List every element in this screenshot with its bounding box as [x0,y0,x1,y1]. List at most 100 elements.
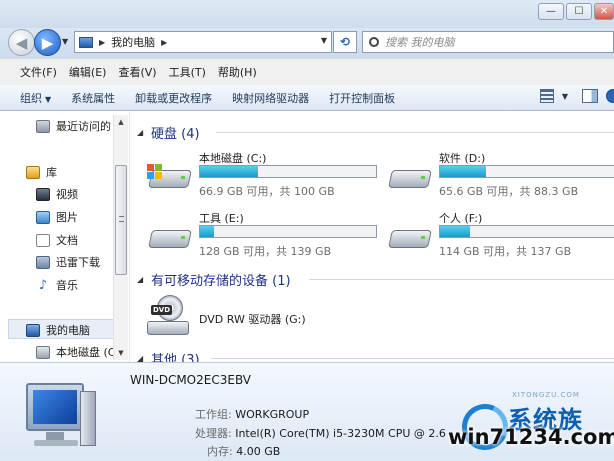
group-header-removable[interactable]: ◢ 有可移动存储的设备 (1) [131,271,614,289]
menu-file[interactable]: 文件(F) [14,64,63,80]
memory-value: 4.00 GB [236,445,281,458]
close-button[interactable]: ✕ [594,3,614,20]
hard-disk-icon [147,224,192,250]
uninstall-program-button[interactable]: 卸载或更改程序 [125,90,222,106]
grip-icon [119,216,124,222]
nav-item-pictures[interactable]: 图片 [36,209,78,225]
nav-item-computer[interactable]: 我的电脑 [26,322,90,338]
computer-name: WIN-DCMO2EC3EBV [130,373,252,387]
drive-d[interactable]: 软件 (D:) 65.6 GB 可用，共 88.3 GB [387,150,614,206]
nav-item-label: 我的电脑 [46,324,90,337]
nav-item-documents[interactable]: 文档 [36,232,78,248]
hard-disk-icon [387,224,432,250]
hard-disk-icon [36,345,50,359]
breadcrumb-separator-icon[interactable]: ▶ [161,38,167,47]
change-view-icon[interactable] [539,89,554,103]
watermark-site: win71234.com [448,425,614,449]
nav-item-libraries[interactable]: 库 [26,164,57,180]
recent-pages-dropdown[interactable]: ▼ [62,37,68,46]
drive-name: DVD RW 驱动器 (G:) [199,313,306,326]
computer-icon [79,36,93,48]
group-header-other[interactable]: ◢ 其他 (3) [131,350,614,362]
collapse-icon[interactable]: ◢ [137,275,143,284]
nav-item-label: 本地磁盘 (C [56,346,116,359]
drive-usage-bar [439,225,614,238]
address-bar[interactable]: ▶ 我的电脑 ▶ ▼ [74,31,332,53]
window-controls: — ☐ ✕ [538,3,614,20]
scroll-up-icon[interactable]: ▲ [114,115,128,129]
nav-scrollbar[interactable]: ▲ ▼ [113,115,128,360]
menu-help[interactable]: 帮助(H) [212,64,263,80]
breadcrumb-computer[interactable]: 我的电脑 [111,34,155,50]
collapse-icon[interactable]: ◢ [137,128,143,137]
chevron-down-icon[interactable]: ▼ [562,92,568,101]
organize-button[interactable]: 组织 ▼ [10,90,61,106]
back-button[interactable]: ◀ [8,29,35,56]
drive-e[interactable]: 工具 (E:) 128 GB 可用，共 139 GB [147,210,387,266]
maximize-button[interactable]: ☐ [566,3,592,20]
drive-usage-fill [440,166,486,177]
refresh-button[interactable]: ⟲ [333,31,357,53]
workgroup-row: 工作组: WORKGROUP [195,406,309,422]
menu-tools[interactable]: 工具(T) [163,64,212,80]
workgroup-value: WORKGROUP [235,408,310,421]
drive-free-space: 65.6 GB 可用，共 88.3 GB [439,185,579,198]
content-pane: ◢ 硬盘 (4) 本地磁盘 (C:) 66.9 GB 可用，共 100 GB 软… [131,112,614,362]
chevron-down-icon: ▼ [62,37,69,46]
search-box [362,31,614,53]
address-row: ◀ ▶ ▼ ▶ 我的电脑 ▶ ▼ ⟲ [0,28,614,58]
drive-free-space: 114 GB 可用，共 137 GB [439,245,572,258]
nav-item-label: 迅雷下载 [56,256,100,269]
forward-button[interactable]: ▶ [34,29,61,56]
nav-item-music[interactable]: ♪ 音乐 [36,277,78,293]
nav-item-recent[interactable]: 最近访问的 [36,118,111,134]
group-title: 有可移动存储的设备 (1) [151,273,291,289]
drive-f[interactable]: 个人 (F:) 114 GB 可用，共 137 GB [387,210,614,266]
dvd-drive[interactable]: DVD DVD RW 驱动器 (G:) [147,295,447,339]
group-title: 其他 (3) [151,352,200,363]
minimize-button[interactable]: — [538,3,564,20]
open-control-panel-button[interactable]: 打开控制面板 [319,90,405,106]
view-controls: ▼ [539,89,614,103]
search-icon [369,37,379,47]
refresh-icon: ⟲ [339,35,351,49]
breadcrumb-separator-icon[interactable]: ▶ [99,38,105,47]
nav-item-label: 视频 [56,188,78,201]
nav-item-thunder-downloads[interactable]: 迅雷下载 [36,254,100,270]
watermark-subtitle: XITONGZU.COM [512,391,580,399]
drive-name: 工具 (E:) [199,212,244,225]
map-network-drive-button[interactable]: 映射网络驱动器 [222,90,319,106]
group-divider [309,278,614,280]
drive-usage-bar [199,165,377,178]
group-divider [211,357,614,359]
scroll-down-icon[interactable]: ▼ [114,346,128,360]
nav-item-label: 音乐 [56,279,78,292]
nav-item-label: 文档 [56,234,78,247]
drive-free-space: 66.9 GB 可用，共 100 GB [199,185,335,198]
search-input[interactable] [385,35,595,49]
nav-item-label: 最近访问的 [56,120,111,133]
nav-item-videos[interactable]: 视频 [36,186,78,202]
drive-name: 软件 (D:) [439,152,486,165]
scroll-thumb[interactable] [115,165,127,275]
dvd-badge: DVD [151,305,173,315]
group-title: 硬盘 (4) [151,126,200,142]
computer-icon [26,323,40,337]
collapse-icon[interactable]: ◢ [137,354,143,363]
address-dropdown-icon[interactable]: ▼ [321,36,327,45]
memory-label: 内存: [207,445,233,458]
drive-c[interactable]: 本地磁盘 (C:) 66.9 GB 可用，共 100 GB [147,150,387,206]
menu-view[interactable]: 查看(V) [112,64,162,80]
dvd-drive-icon: DVD [147,295,191,339]
system-properties-button[interactable]: 系统属性 [61,90,125,106]
nav-item-local-disk[interactable]: 本地磁盘 (C [36,344,115,360]
group-header-hdd[interactable]: ◢ 硬盘 (4) [131,124,614,142]
menu-edit[interactable]: 编辑(E) [63,64,113,80]
preview-pane-icon[interactable] [582,89,598,103]
nav-item-label: 库 [46,166,57,179]
drive-free-space: 128 GB 可用，共 139 GB [199,245,332,258]
help-icon[interactable] [606,89,614,103]
title-bar: — ☐ ✕ [0,0,614,28]
processor-label: 处理器: [195,427,232,440]
minimize-icon: — [546,6,556,17]
